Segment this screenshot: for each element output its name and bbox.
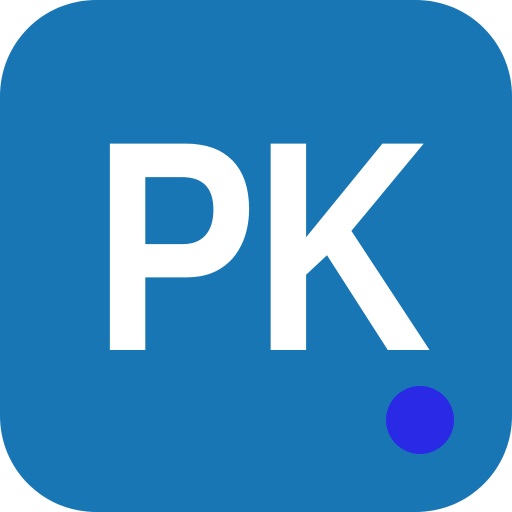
- app-icon[interactable]: PK: [0, 0, 512, 512]
- status-dot-icon: [386, 386, 454, 454]
- monogram-text: PK: [93, 78, 431, 414]
